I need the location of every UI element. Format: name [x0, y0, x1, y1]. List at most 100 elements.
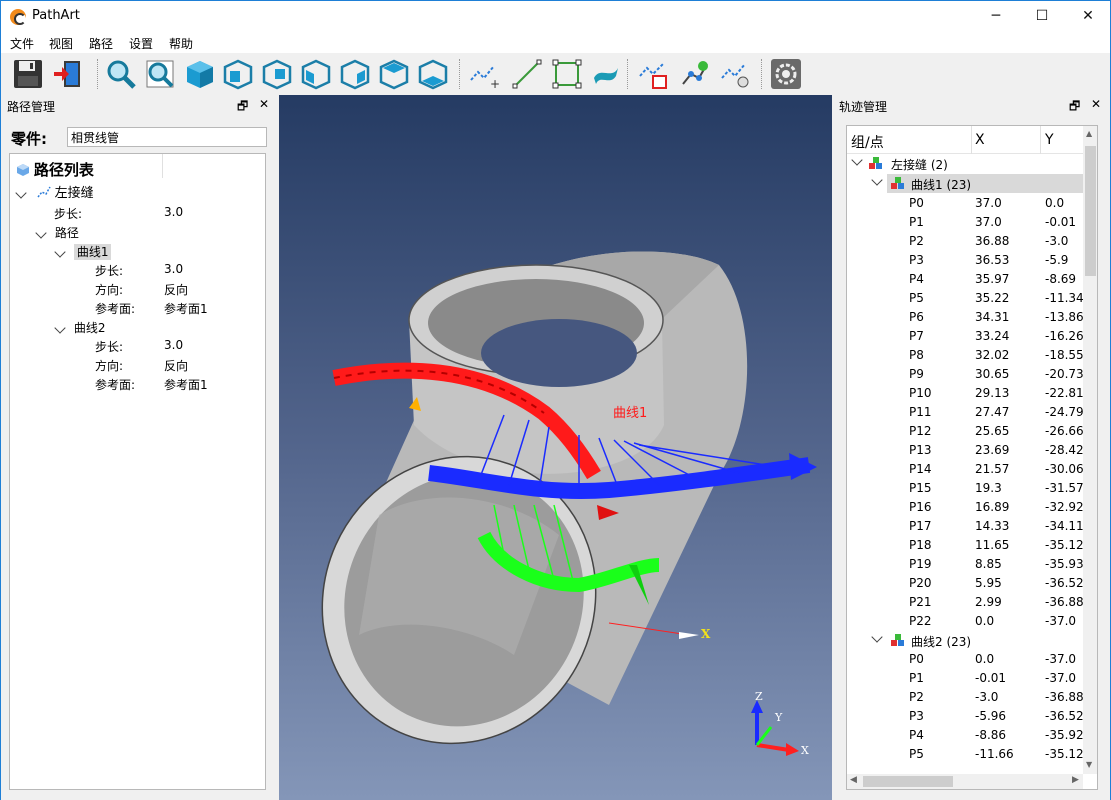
- point-row[interactable]: P4 35.97 -8.69: [847, 270, 1083, 289]
- curve-row[interactable]: 曲线2 (23): [847, 631, 1083, 650]
- curve-1-label: 曲线1: [73, 244, 112, 260]
- chevron-down-icon[interactable]: [851, 154, 863, 166]
- menu-settings[interactable]: 设置: [129, 35, 153, 52]
- chevron-down-icon[interactable]: [15, 187, 27, 199]
- point-row[interactable]: P20 5.95 -36.52: [847, 574, 1084, 593]
- point-name: P8: [909, 348, 924, 362]
- point-row[interactable]: P0 0.0 -37.0: [847, 650, 1083, 669]
- path-export-icon[interactable]: [719, 58, 751, 90]
- point-row[interactable]: P2 -3.0 -36.88: [847, 688, 1084, 707]
- 3d-viewport[interactable]: X 曲线1 Z Y X: [279, 95, 832, 800]
- right-view-icon[interactable]: [339, 58, 371, 90]
- panel-title: 路径管理: [7, 100, 56, 114]
- close-button[interactable]: ✕: [1065, 1, 1111, 31]
- group-row[interactable]: 左接缝 (2): [847, 154, 1083, 173]
- menu-file[interactable]: 文件: [10, 35, 34, 52]
- scroll-thumb[interactable]: [1085, 146, 1096, 276]
- point-row[interactable]: P14 21.57 -30.06: [847, 460, 1084, 479]
- back-view-icon[interactable]: [261, 58, 293, 90]
- col-header-x[interactable]: X: [975, 132, 985, 148]
- point-row[interactable]: P5 35.22 -11.34: [847, 289, 1084, 308]
- panel-close-button[interactable]: ✕: [259, 97, 269, 111]
- point-row[interactable]: P10 29.13 -22.81: [847, 384, 1084, 403]
- hscroll-thumb[interactable]: [863, 776, 953, 787]
- point-row[interactable]: P15 19.3 -31.57: [847, 479, 1084, 498]
- point-row[interactable]: P19 8.85 -35.93: [847, 555, 1084, 574]
- point-name: P9: [909, 367, 924, 381]
- top-view-icon[interactable]: [378, 58, 410, 90]
- point-row[interactable]: P6 34.31 -13.86: [847, 308, 1084, 327]
- col-header-group[interactable]: 组/点: [851, 132, 884, 152]
- point-row[interactable]: P1 37.0 -0.01: [847, 213, 1083, 232]
- chevron-down-icon[interactable]: [54, 246, 66, 258]
- zoom-fit-icon[interactable]: [144, 58, 176, 90]
- point-row[interactable]: P0 37.0 0.0: [847, 194, 1083, 213]
- line-icon[interactable]: [511, 58, 543, 90]
- bottom-view-icon[interactable]: [417, 58, 449, 90]
- model-render[interactable]: X 曲线1 Z Y X: [279, 95, 832, 800]
- triad-x-label: X: [801, 744, 809, 757]
- path-settings-icon[interactable]: [679, 58, 711, 90]
- left-view-icon[interactable]: [300, 58, 332, 90]
- branch-hole: [481, 319, 637, 387]
- settings-gear-icon[interactable]: [770, 58, 802, 90]
- point-row[interactable]: P16 16.89 -32.92: [847, 498, 1084, 517]
- point-x: 35.97: [975, 272, 1010, 286]
- maximize-button[interactable]: ☐: [1019, 1, 1065, 31]
- panel-float-button[interactable]: 🗗: [237, 97, 248, 118]
- exit-icon[interactable]: [52, 58, 84, 90]
- menu-help[interactable]: 帮助: [169, 35, 193, 52]
- point-y: -5.9: [1045, 253, 1069, 267]
- view-triad: Z Y X: [751, 690, 809, 757]
- menu-view[interactable]: 视图: [49, 35, 73, 52]
- point-row[interactable]: P17 14.33 -34.11: [847, 517, 1084, 536]
- point-row[interactable]: P2 36.88 -3.0: [847, 232, 1083, 251]
- point-y: -22.81: [1045, 386, 1084, 400]
- point-row[interactable]: P4 -8.86 -35.92: [847, 726, 1084, 745]
- point-row[interactable]: P13 23.69 -28.42: [847, 441, 1084, 460]
- point-row[interactable]: P3 -5.96 -36.52: [847, 707, 1084, 726]
- point-row[interactable]: P12 25.65 -26.66: [847, 422, 1084, 441]
- point-row[interactable]: P21 2.99 -36.88: [847, 593, 1084, 612]
- vertical-scrollbar[interactable]: ▲ ▼: [1083, 126, 1097, 774]
- point-row[interactable]: P22 0.0 -37.0: [847, 612, 1083, 631]
- save-icon[interactable]: [12, 58, 44, 90]
- tree-path-node[interactable]: 路径: [35, 224, 79, 241]
- point-row[interactable]: P1 -0.01 -37.0: [847, 669, 1083, 688]
- path-edit-icon[interactable]: [637, 58, 669, 90]
- tree-root[interactable]: 路径列表: [16, 159, 94, 180]
- front-view-icon[interactable]: [222, 58, 254, 90]
- curve-2-ref-label: 参考面:: [95, 378, 136, 392]
- chevron-down-icon[interactable]: [871, 174, 883, 186]
- point-row[interactable]: P18 11.65 -35.12: [847, 536, 1084, 555]
- tree-curve-2[interactable]: 曲线2: [54, 319, 105, 336]
- point-x: -5.96: [975, 709, 1007, 723]
- chevron-down-icon[interactable]: [35, 227, 47, 239]
- part-name-input[interactable]: [67, 127, 267, 147]
- point-row[interactable]: P8 32.02 -18.55: [847, 346, 1084, 365]
- point-x: 16.89: [975, 500, 1010, 514]
- point-row[interactable]: P3 36.53 -5.9: [847, 251, 1083, 270]
- add-path-icon[interactable]: +: [468, 58, 500, 90]
- point-y: -35.12: [1045, 747, 1084, 761]
- panel-close-button[interactable]: ✕: [1091, 97, 1101, 111]
- col-header-y[interactable]: Y: [1045, 132, 1054, 148]
- point-row[interactable]: P9 30.65 -20.73: [847, 365, 1084, 384]
- point-row[interactable]: P5 -11.66 -35.12: [847, 745, 1084, 764]
- surface-icon[interactable]: [590, 58, 622, 90]
- iso-view-icon[interactable]: [184, 58, 216, 90]
- chevron-down-icon[interactable]: [871, 631, 883, 643]
- horizontal-scrollbar[interactable]: ◀ ▶: [847, 774, 1083, 789]
- point-y: -32.92: [1045, 500, 1084, 514]
- panel-float-button[interactable]: 🗗: [1069, 97, 1080, 118]
- minimize-button[interactable]: ─: [973, 1, 1019, 31]
- tree-group[interactable]: 左接缝: [15, 182, 94, 201]
- rect-icon[interactable]: [551, 58, 583, 90]
- curve-row[interactable]: 曲线1 (23): [871, 174, 1083, 193]
- zoom-icon[interactable]: [105, 58, 137, 90]
- point-row[interactable]: P7 33.24 -16.26: [847, 327, 1084, 346]
- menu-path[interactable]: 路径: [89, 35, 113, 52]
- point-row[interactable]: P11 27.47 -24.79: [847, 403, 1084, 422]
- tree-curve-1[interactable]: 曲线1: [54, 243, 112, 260]
- chevron-down-icon[interactable]: [54, 322, 66, 334]
